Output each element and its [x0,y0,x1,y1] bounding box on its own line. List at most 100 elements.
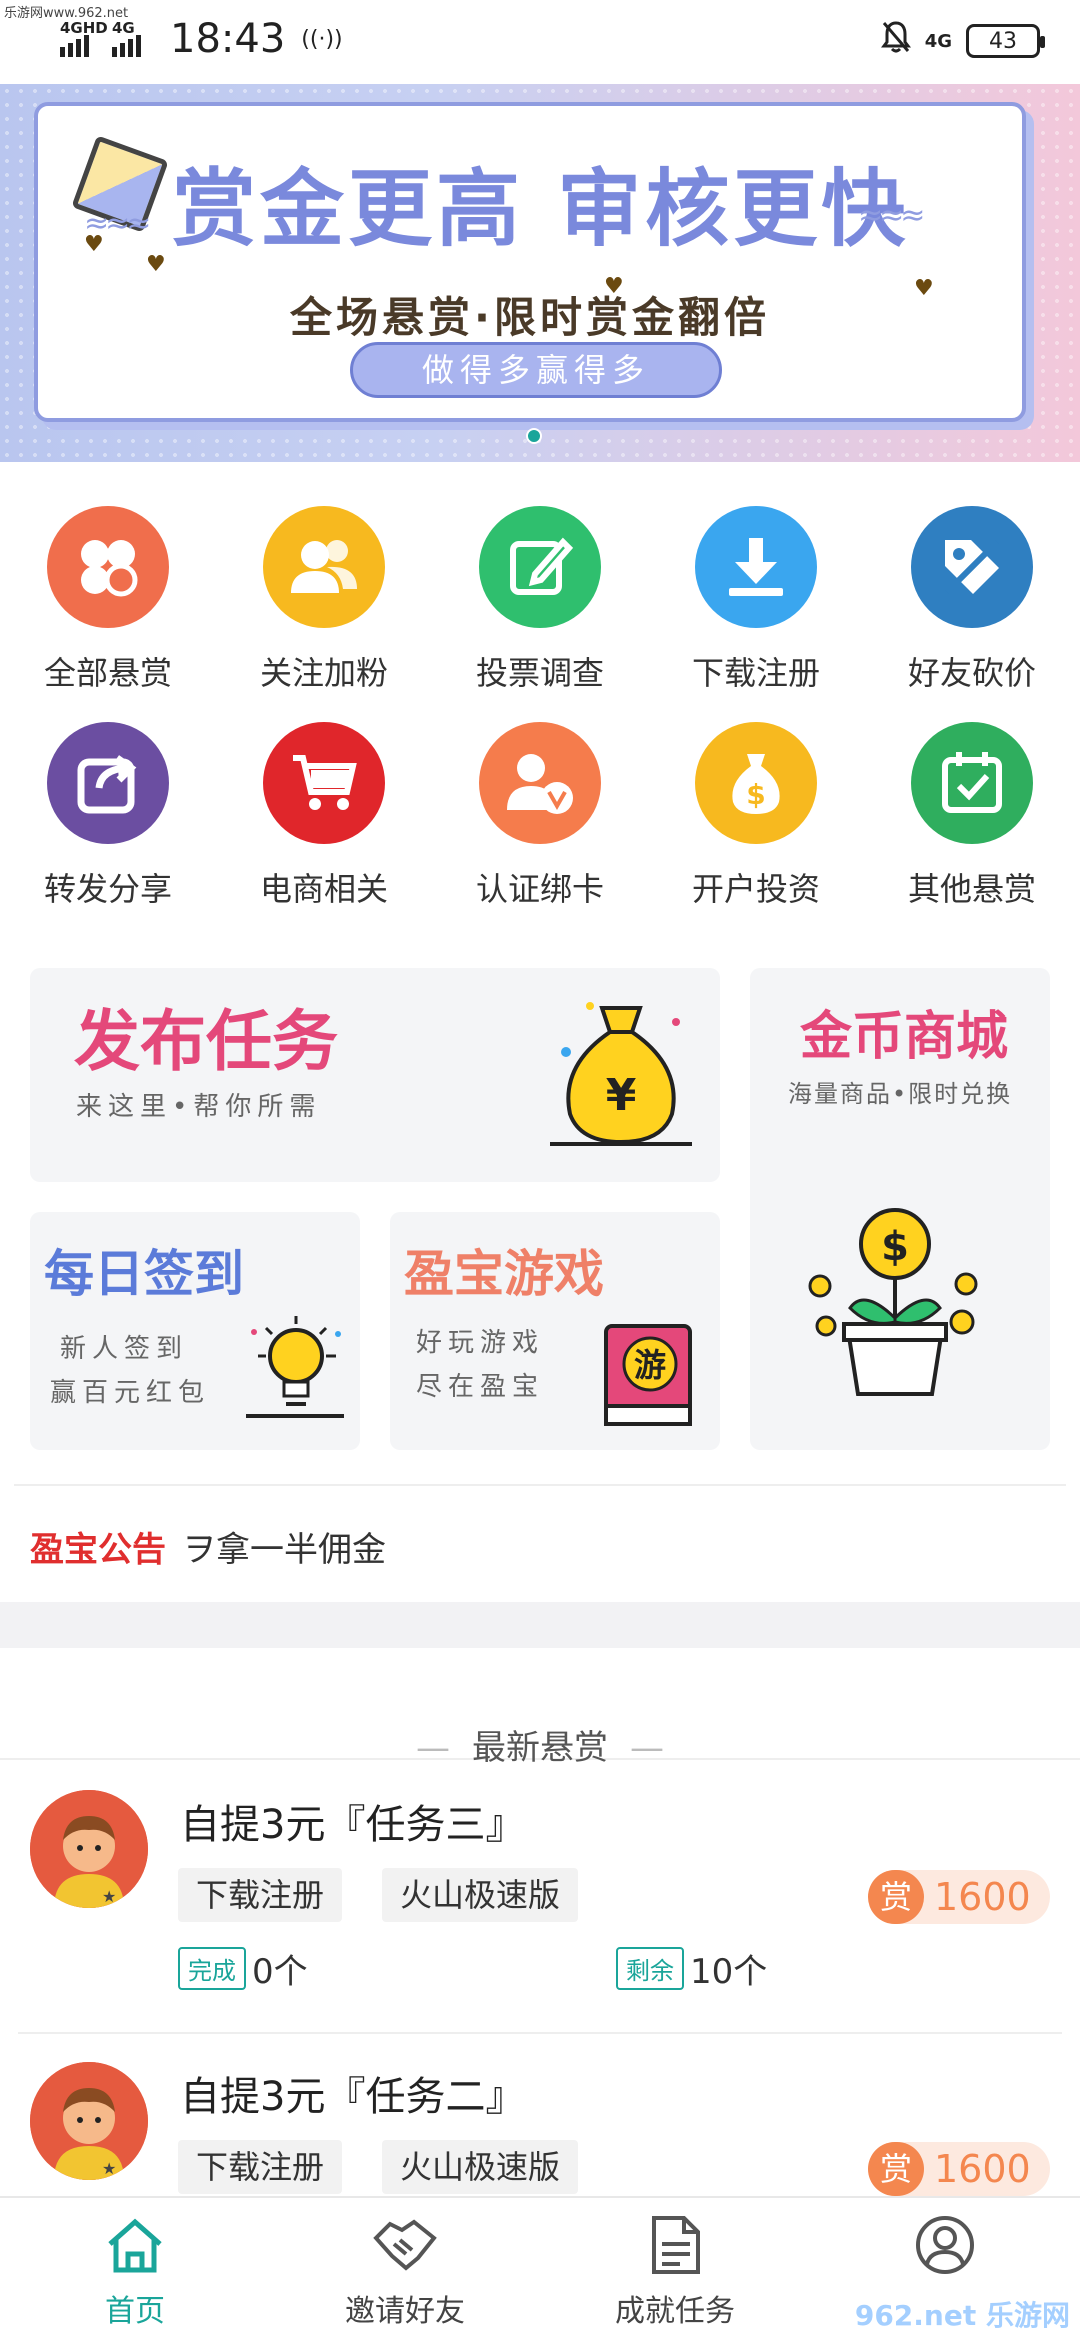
category-label: 开户投资 [691,870,820,908]
avatar: ★ [30,1790,148,1908]
coin-shop-title: 金币商城 [800,1007,1009,1067]
nav-invite[interactable]: 邀请好友 [270,2198,540,2340]
publish-task-title: 发布任务 [74,1003,338,1080]
lightbulb-icon [240,1312,350,1426]
game-book-icon: 游 [600,1320,700,1434]
category-label: 其他悬赏 [907,870,1036,908]
daily-checkin-card[interactable]: 每日签到 新人签到 赢百元红包 [30,1212,360,1450]
svg-text:★: ★ [102,1887,116,1906]
reward-badge: 赏 1600 [868,2142,1050,2196]
task-item[interactable]: ★ 自提3元『任务三』 下载注册 火山极速版 赏 1600 完成 0个 剩余 1… [0,1762,1080,2034]
carousel-indicator[interactable] [526,428,542,444]
money-bag-icon: ¥ [546,992,696,1176]
hotspot-icon: ((·)) [301,26,343,52]
svg-text:$: $ [746,778,765,811]
share-icon [47,722,169,844]
category-label: 电商相关 [259,870,388,908]
promo-banner[interactable]: 赏金更高 审核更快 ≈≈≈ ≈≈≈ ♥ ♥ ♥ ♥ 全场悬赏·限时赏金翻倍 做得… [0,84,1080,462]
daily-checkin-title: 每日签到 [44,1245,244,1303]
clover-icon [47,506,169,628]
battery-icon: 43 [966,24,1045,58]
banner-subline: 全场悬赏·限时赏金翻倍 [290,293,770,342]
category-label: 投票调查 [475,654,604,692]
daily-checkin-desc2: 赢百元红包 [50,1378,211,1408]
category-vote[interactable]: 投票调查 [432,506,648,694]
games-card[interactable]: 盈宝游戏 好玩游戏 尽在盈宝 游 [390,1212,720,1450]
remaining-label: 剩余 [616,1947,684,1990]
avatar: ★ [30,2062,148,2180]
announcement-text: ヲ拿一半佣金 [182,1530,386,1570]
svg-text:游: 游 [634,1346,666,1384]
category-invest[interactable]: $ 开户投资 [648,722,864,910]
publish-task-desc: 来这里•帮你所需 [76,1092,322,1122]
remaining-stat: 剩余 10个 [616,1944,767,1993]
tag-icon [911,506,1033,628]
publish-task-card[interactable]: 发布任务 来这里•帮你所需 ¥ [30,968,720,1182]
nav-label: 首页 [105,2294,165,2329]
svg-text:¥: ¥ [606,1070,637,1121]
status-bar: 乐游网www.962.net 4GHD 4G 18:43 ((·)) 4G 43 [0,0,1080,84]
category-verify[interactable]: 认证绑卡 [432,722,648,910]
handshake-icon [372,2219,438,2280]
document-icon [646,2216,704,2280]
category-download[interactable]: 下载注册 [648,506,864,694]
bell-muted-icon [880,20,911,62]
category-all-rewards[interactable]: 全部悬赏 [0,506,216,694]
announcement-bar[interactable]: 盈宝公告 ヲ拿一半佣金 [14,1484,1066,1600]
money-plant-icon: $ [800,1198,990,1402]
banner-card: 赏金更高 审核更快 ≈≈≈ ≈≈≈ ♥ ♥ ♥ ♥ 全场悬赏·限时赏金翻倍 做得… [34,102,1026,422]
coin-shop-card[interactable]: 金币商城 海量商品•限时兑换 $ [750,968,1050,1450]
category-label: 认证绑卡 [475,870,604,908]
network-indicator: 4G [924,30,952,52]
games-desc1: 好玩游戏 [416,1328,545,1358]
completed-value: 0个 [252,1952,308,1992]
task-title: 自提3元『任务二』 [180,2074,526,2120]
nav-label: 邀请好友 [345,2294,465,2329]
remaining-value: 10个 [690,1952,768,1992]
nav-home[interactable]: 首页 [0,2198,270,2340]
users-icon [263,506,385,628]
task-tag-category: 下载注册 [178,1868,343,1922]
completed-stat: 完成 0个 [178,1944,308,1993]
task-tag-app: 火山极速版 [382,1868,579,1922]
category-label: 全部悬赏 [43,654,172,692]
announcement-title: 盈宝公告 [30,1530,166,1570]
signal-icon: 4GHD [60,19,108,57]
latest-rewards-header: — 最新悬赏 — [0,1648,1080,1768]
corner-watermark: 962.net 乐游网 [854,2299,1070,2332]
profile-icon [914,2216,976,2280]
category-follow[interactable]: 关注加粉 [216,506,432,694]
clock: 18:43 [170,16,286,62]
home-icon [104,2218,166,2280]
completed-label: 完成 [178,1947,246,1990]
calendar-check-icon [911,722,1033,844]
coin-shop-desc: 海量商品•限时兑换 [788,1080,1013,1108]
category-label: 关注加粉 [259,654,388,692]
section-divider [0,1602,1080,1648]
category-bargain[interactable]: 好友砍价 [864,506,1080,694]
task-item[interactable]: ★ 自提3元『任务二』 下载注册 火山极速版 赏 1600 [0,2034,1080,2196]
reward-value: 1600 [934,1875,1031,1919]
reward-icon: 赏 [868,1870,924,1924]
reward-value: 1600 [934,2147,1031,2191]
download-icon [695,506,817,628]
category-other[interactable]: 其他悬赏 [864,722,1080,910]
signal-icon-2: 4G [112,19,154,57]
money-bag-icon: $ [695,722,817,844]
games-title: 盈宝游戏 [404,1245,604,1303]
verify-user-icon [479,722,601,844]
banner-pill-button[interactable]: 做得多赢得多 [350,342,722,398]
svg-text:$: $ [881,1224,909,1270]
nav-achievements[interactable]: 成就任务 [540,2198,810,2340]
cart-icon [263,722,385,844]
category-label: 下载注册 [691,654,820,692]
daily-checkin-desc1: 新人签到 [60,1334,189,1364]
reward-icon: 赏 [868,2142,924,2196]
category-share[interactable]: 转发分享 [0,722,216,910]
svg-text:★: ★ [102,2159,116,2178]
category-label: 好友砍价 [907,654,1036,692]
task-tag-app: 火山极速版 [382,2140,579,2194]
task-title: 自提3元『任务三』 [180,1802,526,1848]
category-label: 转发分享 [43,870,172,908]
category-ecommerce[interactable]: 电商相关 [216,722,432,910]
